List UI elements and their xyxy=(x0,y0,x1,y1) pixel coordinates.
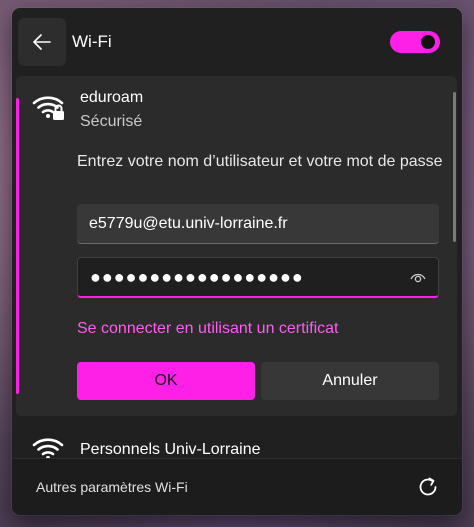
wifi-toggle[interactable] xyxy=(390,31,440,53)
reveal-password-icon[interactable] xyxy=(410,270,426,284)
refresh-icon[interactable] xyxy=(416,475,440,499)
page-title: Wi-Fi xyxy=(72,32,112,51)
network-name: eduroam xyxy=(80,89,144,106)
credentials-prompt: Entrez votre nom d’utilisateur et votre … xyxy=(77,153,443,170)
back-arrow-icon xyxy=(33,34,51,50)
more-wifi-settings-link[interactable]: Autres paramètres Wi-Fi xyxy=(36,479,188,495)
password-input[interactable] xyxy=(78,258,438,296)
wifi-flyout-panel: Wi-Fi eduroam Sécurisé Entrez votre nom … xyxy=(12,8,462,515)
network-card-eduroam: eduroam Sécurisé Entrez votre nom d’util… xyxy=(16,76,457,416)
password-field[interactable] xyxy=(77,257,439,298)
username-input[interactable] xyxy=(77,204,439,243)
scrollbar[interactable] xyxy=(453,92,456,242)
flyout-footer: Autres paramètres Wi-Fi xyxy=(12,458,462,515)
wifi-header: Wi-Fi xyxy=(12,8,462,76)
back-button[interactable] xyxy=(18,18,66,66)
network-security-status: Sécurisé xyxy=(80,113,143,130)
username-field[interactable] xyxy=(77,204,439,244)
network-name: Personnels Univ-Lorraine xyxy=(80,441,261,458)
ok-button[interactable]: OK xyxy=(77,362,255,400)
cancel-button[interactable]: Annuler xyxy=(261,362,439,400)
toggle-knob xyxy=(421,35,435,49)
wifi-lock-icon xyxy=(32,96,64,120)
certificate-login-link[interactable]: Se connecter en utilisant un certificat xyxy=(77,320,338,338)
selection-indicator xyxy=(16,98,19,394)
